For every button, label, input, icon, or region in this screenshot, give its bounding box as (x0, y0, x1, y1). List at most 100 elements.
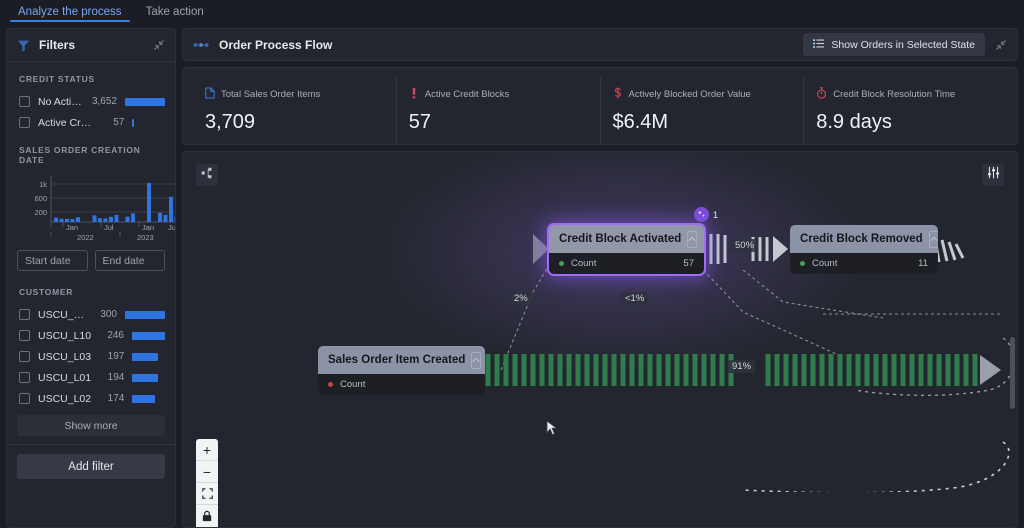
customer-label: USCU_L03 (38, 350, 92, 363)
kpi-label: Active Credit Blocks (424, 89, 510, 100)
metric-dot (800, 261, 805, 266)
node-metric-row: Count 11 (790, 253, 938, 274)
node-header: Sales Order Item Created (318, 346, 485, 374)
top-tab-bar: Analyze the process Take action (0, 0, 1024, 22)
svg-text:Jul: Jul (168, 223, 176, 232)
svg-text:200: 200 (34, 208, 47, 217)
kpi-label-row: Credit Block Resolution Time (816, 87, 995, 102)
tab-label: Take action (145, 6, 204, 18)
chevron-up-icon[interactable] (471, 351, 482, 369)
svg-text:Jan: Jan (142, 223, 154, 232)
section-label-customer: CUSTOMER (19, 287, 74, 297)
filter-item-no-active[interactable]: No Active ... 3,652 (7, 91, 175, 112)
zoom-in-button[interactable]: + (196, 439, 218, 461)
customer-label: USCU_L09 (38, 308, 87, 321)
customer-count: 300 (100, 309, 117, 320)
stopwatch-icon (816, 87, 827, 102)
filter-item-active-credit[interactable]: Active Credit... 57 (7, 112, 175, 133)
kpi-label: Actively Blocked Order Value (628, 89, 751, 100)
filters-title: Filters (39, 38, 76, 52)
share-nodes-icon (201, 166, 213, 184)
share-nodes-icon-button[interactable] (196, 164, 218, 186)
collapse-icon[interactable] (153, 39, 165, 51)
process-flow-canvas[interactable]: Credit Block Activated Count 57 1 Credit… (182, 151, 1018, 528)
chevron-up-icon[interactable] (687, 230, 698, 248)
customer-bar (132, 394, 165, 403)
customer-item-uscu-l03[interactable]: USCU_L03 197 (7, 346, 175, 367)
svg-text:Jan: Jan (66, 223, 78, 232)
edge-label-91pct: 91% (728, 360, 756, 373)
metric-dot (559, 261, 564, 266)
main-header: Order Process Flow Show Orders in Select… (182, 28, 1018, 61)
filters-panel: Filters CREDIT STATUS No Active ... 3,65… (6, 28, 176, 528)
fit-screen-button[interactable] (196, 483, 218, 505)
node-metric-row: Count (318, 374, 485, 395)
node-header: Credit Block Activated (549, 225, 704, 253)
collapse-icon[interactable] (995, 39, 1007, 51)
customer-count: 174 (107, 393, 125, 404)
kpi-total-sales-order-items[interactable]: Total Sales Order Items 3,709 (193, 77, 397, 144)
start-date-input[interactable]: Start date (17, 250, 88, 271)
kpi-label-row: Active Credit Blocks (409, 87, 588, 102)
filter-label: No Active ... (38, 95, 84, 108)
sparkle-icon (694, 207, 709, 222)
checkbox[interactable] (19, 351, 30, 362)
svg-text:2022: 2022 (77, 233, 94, 242)
customer-item-uscu-l09[interactable]: USCU_L09 300 (7, 304, 175, 325)
customer-count: 194 (107, 372, 125, 383)
checkbox[interactable] (19, 330, 30, 341)
checkbox[interactable] (19, 393, 30, 404)
filter-count: 3,652 (91, 96, 117, 107)
kpi-credit-block-resolution-time[interactable]: Credit Block Resolution Time 8.9 days (804, 77, 1007, 144)
customer-bar (132, 373, 165, 382)
kpi-card: Total Sales Order Items 3,709 Active Cre… (182, 67, 1018, 145)
node-credit-block-activated[interactable]: Credit Block Activated Count 57 (549, 225, 704, 274)
svg-text:2023: 2023 (137, 233, 154, 242)
end-date-input[interactable]: End date (94, 250, 165, 271)
show-orders-in-selected-state-button[interactable]: Show Orders in Selected State (803, 33, 985, 56)
checkbox[interactable] (19, 309, 30, 320)
checkbox[interactable] (19, 117, 30, 128)
kpi-value: 57 (408, 111, 431, 133)
show-orders-label: Show Orders in Selected State (831, 38, 975, 51)
kpi-label-row: Total Sales Order Items (205, 87, 384, 102)
tab-take-action[interactable]: Take action (134, 6, 216, 22)
node-credit-block-removed[interactable]: Credit Block Removed Count 11 (790, 225, 938, 274)
date-range-inputs: Start date End date (7, 242, 175, 275)
customer-item-uscu-l10[interactable]: USCU_L10 246 (7, 325, 175, 346)
node-header: Credit Block Removed (790, 225, 938, 253)
edge-label-lt1pct: <1% (621, 292, 649, 305)
svg-text:600: 600 (34, 194, 47, 203)
node-sales-order-item-created[interactable]: Sales Order Item Created Count (318, 346, 485, 395)
checkbox[interactable] (19, 96, 30, 107)
canvas-vertical-scrollbar[interactable] (1010, 337, 1015, 409)
filter-bar (132, 118, 165, 127)
customer-item-uscu-l01[interactable]: USCU_L01 194 (7, 367, 175, 388)
customer-bar (132, 331, 165, 340)
tab-analyze-the-process[interactable]: Analyze the process (6, 6, 134, 22)
node-title: Credit Block Removed (800, 233, 923, 245)
checkbox[interactable] (19, 372, 30, 383)
sales-order-creation-date-histogram[interactable]: 1k 600 200 Jan Jul Jan Ju 2022 2023 (7, 172, 175, 242)
kpi-label-row: Actively Blocked Order Value (613, 87, 792, 102)
sliders-icon-button[interactable] (982, 164, 1004, 186)
kpi-label: Credit Block Resolution Time (833, 89, 956, 100)
chevron-up-icon[interactable] (928, 230, 938, 248)
node-title: Credit Block Activated (559, 233, 682, 245)
customer-item-uscu-l02[interactable]: USCU_L02 174 (7, 388, 175, 409)
customer-count: 246 (107, 330, 124, 341)
tab-label: Analyze the process (18, 6, 122, 18)
kpi-value: $6.4M (612, 111, 669, 133)
lock-button[interactable] (196, 505, 218, 527)
show-more-button[interactable]: Show more (17, 415, 165, 436)
node-badge-credit-block-activated[interactable]: 1 (694, 207, 718, 222)
kpi-active-credit-blocks[interactable]: Active Credit Blocks 57 (397, 77, 601, 144)
svg-text:Jul: Jul (104, 223, 114, 232)
svg-text:1k: 1k (39, 180, 47, 189)
badge-count: 1 (713, 209, 719, 220)
kpi-actively-blocked-order-value[interactable]: Actively Blocked Order Value $6.4M (601, 77, 805, 144)
add-filter-button[interactable]: Add filter (17, 454, 165, 479)
metric-value: 11 (918, 258, 928, 269)
zoom-out-button[interactable]: − (196, 461, 218, 483)
canvas-inner: Credit Block Activated Count 57 1 Credit… (183, 152, 1017, 527)
